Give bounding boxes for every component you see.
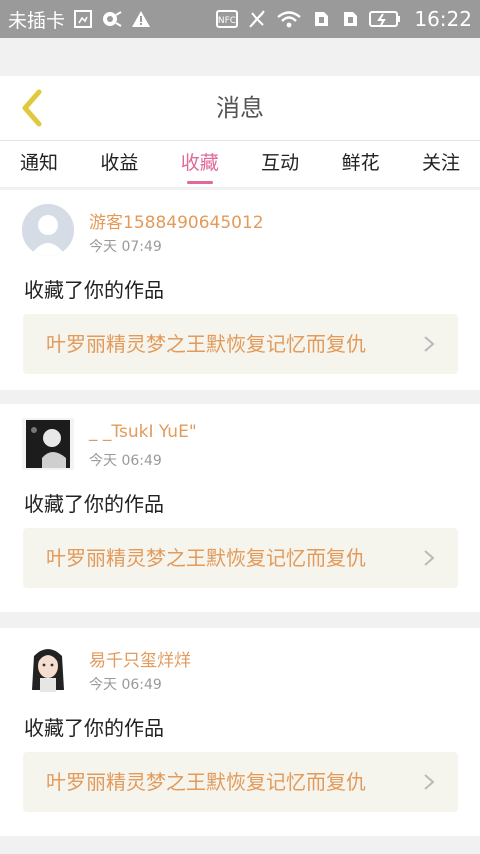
message-time: 今天 07:49 <box>89 239 162 255</box>
action-text: 收藏了你的作品 <box>24 278 164 302</box>
message-time: 今天 06:49 <box>89 453 162 469</box>
message-card: _ _TsukI YuE" 今天 06:49 收藏了你的作品 叶罗丽精灵梦之王默… <box>0 404 480 612</box>
nfc-icon: NFC <box>216 9 239 29</box>
message-time: 今天 06:49 <box>89 677 162 693</box>
tab-favorites[interactable]: 收藏 <box>181 141 219 187</box>
page-title: 消息 <box>216 94 264 122</box>
tab-flowers[interactable]: 鲜花 <box>342 141 380 187</box>
tab-earnings[interactable]: 收益 <box>100 141 138 187</box>
mute-icon <box>247 9 267 29</box>
battery-icon <box>369 9 401 29</box>
chevron-right-icon <box>424 336 435 352</box>
sim-slot-2-icon <box>340 9 360 29</box>
user-name[interactable]: 游客1588490645012 <box>89 208 264 233</box>
anime-girl-avatar[interactable] <box>22 642 74 694</box>
action-text: 收藏了你的作品 <box>24 492 164 516</box>
tab-bar: 通知 收益 收藏 互动 鲜花 关注 <box>0 141 480 187</box>
sim-slot-1-icon <box>311 9 331 29</box>
status-bar: 未插卡 NFC 16:22 <box>0 0 480 38</box>
work-link[interactable]: 叶罗丽精灵梦之王默恢复记忆而复仇 <box>23 314 458 374</box>
tab-notifications[interactable]: 通知 <box>20 141 58 187</box>
user-name[interactable]: _ _TsukI YuE" <box>89 422 197 442</box>
warning-icon <box>131 9 151 29</box>
work-title: 叶罗丽精灵梦之王默恢复记忆而复仇 <box>46 546 366 570</box>
page-header: 消息 <box>0 76 480 141</box>
record-icon <box>101 9 123 29</box>
message-card: 易千只玺烊烊 今天 06:49 收藏了你的作品 叶罗丽精灵梦之王默恢复记忆而复仇 <box>0 628 480 836</box>
user-name[interactable]: 易千只玺烊烊 <box>89 646 191 671</box>
chevron-right-icon <box>424 774 435 790</box>
wifi-icon <box>276 9 302 29</box>
tab-follows[interactable]: 关注 <box>422 141 460 187</box>
work-link[interactable]: 叶罗丽精灵梦之王默恢复记忆而复仇 <box>23 752 458 812</box>
tab-interaction[interactable]: 互动 <box>261 141 299 187</box>
sim-icon <box>73 9 93 29</box>
action-text: 收藏了你的作品 <box>24 716 164 740</box>
work-title: 叶罗丽精灵梦之王默恢复记忆而复仇 <box>46 770 366 794</box>
carrier-label: 未插卡 <box>8 9 66 32</box>
message-card: 游客1588490645012 今天 07:49 收藏了你的作品 叶罗丽精灵梦之… <box>0 190 480 390</box>
work-link[interactable]: 叶罗丽精灵梦之王默恢复记忆而复仇 <box>23 528 458 588</box>
dark-portrait-avatar[interactable] <box>22 418 74 470</box>
work-title: 叶罗丽精灵梦之王默恢复记忆而复仇 <box>46 332 366 356</box>
svg-text:NFC: NFC <box>218 16 236 26</box>
clock: 16:22 <box>414 7 472 31</box>
chevron-right-icon <box>424 550 435 566</box>
default-avatar-icon[interactable] <box>22 204 74 256</box>
